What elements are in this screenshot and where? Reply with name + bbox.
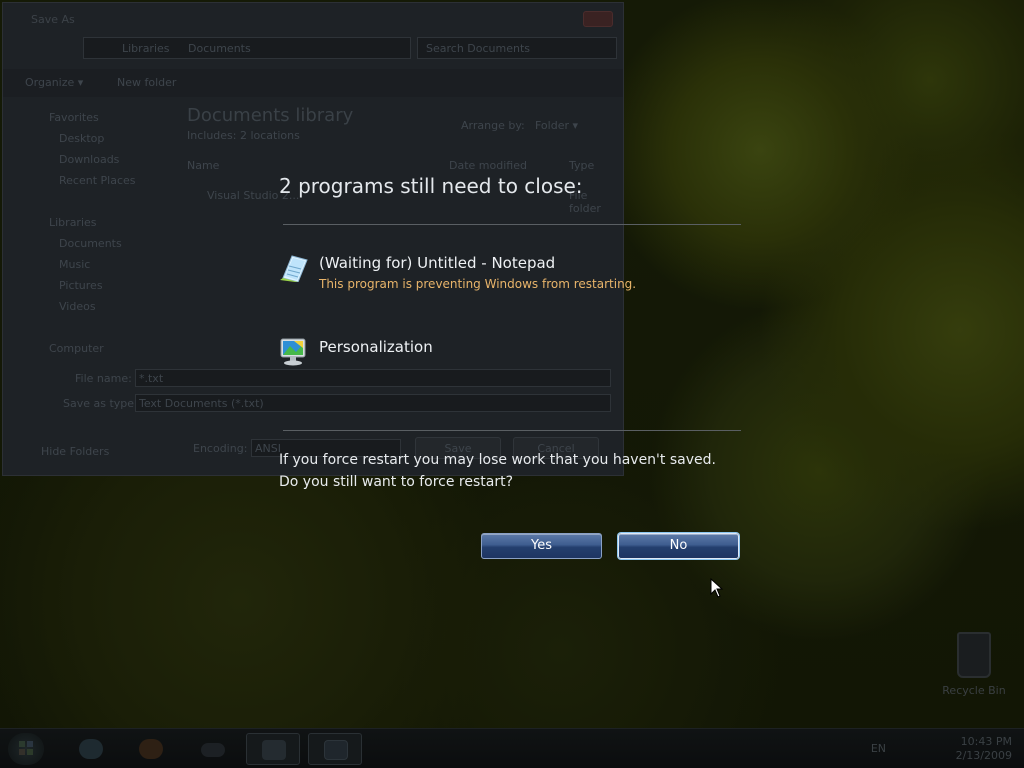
personalization-icon	[280, 338, 306, 366]
taskbar-personalization[interactable]	[308, 733, 362, 765]
divider-bottom	[283, 430, 741, 431]
no-button[interactable]: No	[618, 533, 739, 559]
start-button[interactable]	[8, 733, 44, 765]
warning-line-1: If you force restart you may lose work t…	[279, 452, 716, 468]
taskbar-ie[interactable]	[64, 733, 118, 765]
clock-time[interactable]: 10:43 PM	[961, 735, 1012, 748]
clock-date[interactable]: 2/13/2009	[956, 749, 1012, 762]
explorer-icon	[262, 740, 286, 760]
gamepad-icon	[201, 743, 225, 757]
taskbar-games[interactable]	[186, 733, 240, 765]
windows-logo-icon	[19, 741, 33, 755]
notepad-icon	[280, 255, 308, 282]
tray-language[interactable]: EN	[871, 742, 886, 755]
ie-icon	[79, 739, 103, 759]
dialog-heading: 2 programs still need to close:	[279, 174, 583, 198]
taskbar: EN 10:43 PM 2/13/2009	[0, 728, 1024, 768]
program-note-notepad: This program is preventing Windows from …	[319, 277, 637, 291]
firefox-icon	[139, 739, 163, 759]
program-name-personalization: Personalization	[319, 338, 433, 356]
mouse-cursor-icon	[710, 578, 724, 598]
programs-need-to-close-dialog: 2 programs still need to close: (Waiting…	[0, 0, 1024, 768]
warning-line-2: Do you still want to force restart?	[279, 474, 514, 490]
taskbar-explorer[interactable]	[246, 733, 300, 765]
personalization-taskbar-icon	[324, 740, 348, 760]
taskbar-firefox[interactable]	[124, 733, 178, 765]
yes-button[interactable]: Yes	[481, 533, 602, 559]
divider-top	[283, 224, 741, 225]
program-name-notepad: (Waiting for) Untitled - Notepad	[319, 254, 556, 272]
